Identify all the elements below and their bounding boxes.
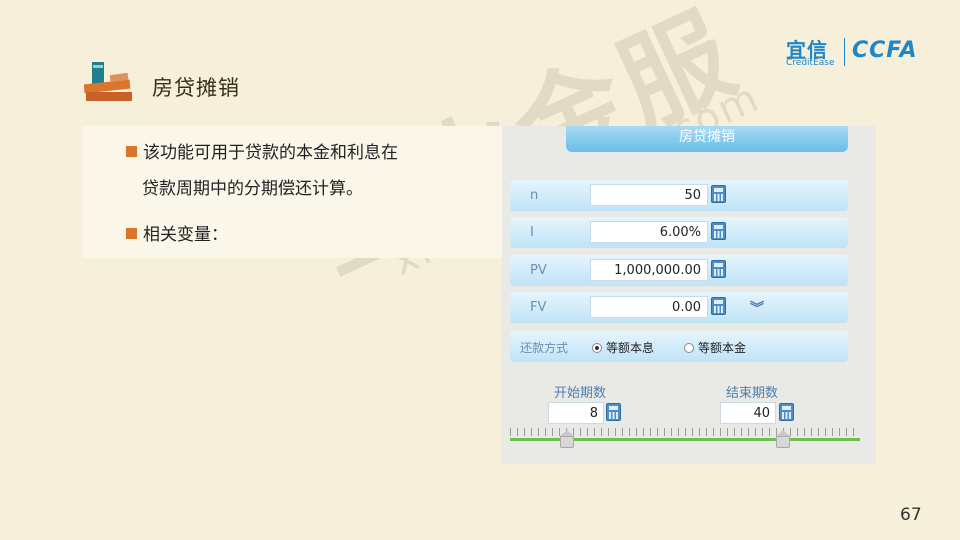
row-repayment: 还款方式 等额本息 等额本金 <box>510 331 848 362</box>
radio-equal-principal-label: 等额本金 <box>698 341 747 355</box>
calculator-icon[interactable] <box>606 403 621 421</box>
start-period-label: 开始期数 <box>554 386 607 401</box>
row-n: n 50 <box>510 180 848 211</box>
radio-unselected-icon <box>684 343 694 353</box>
row-pv-label: PV <box>530 263 547 278</box>
fv-input[interactable]: 0.00 <box>590 296 708 318</box>
radio-selected-icon <box>592 343 602 353</box>
row-i-label: I <box>530 225 534 240</box>
row-fv: FV 0.00 ︾ <box>510 292 848 323</box>
calculator-title: 房贷摊销 <box>566 126 848 152</box>
start-period-input[interactable]: 8 <box>548 402 604 424</box>
radio-equal-installment[interactable]: 等额本息 <box>592 339 654 356</box>
end-period-label: 结束期数 <box>726 386 779 401</box>
radio-equal-principal[interactable]: 等额本金 <box>684 339 746 356</box>
start-slider-handle[interactable] <box>560 430 574 448</box>
end-slider-handle[interactable] <box>776 430 790 448</box>
pv-input[interactable]: 1,000,000.00 <box>590 259 708 281</box>
bullet-2: 相关变量： <box>126 220 228 245</box>
calculator-icon[interactable] <box>711 222 726 240</box>
row-fv-label: FV <box>530 300 547 315</box>
brand-logo: 宜信 CreditEase CCFA <box>786 36 934 68</box>
radio-equal-installment-label: 等额本息 <box>606 341 655 355</box>
end-period-input[interactable]: 40 <box>720 402 776 424</box>
calculator-icon[interactable] <box>779 403 794 421</box>
logo-ccfa: CCFA <box>852 38 918 63</box>
books-icon <box>84 62 132 101</box>
logo-divider <box>844 38 845 66</box>
row-pv: PV 1,000,000.00 <box>510 255 848 286</box>
row-i: I 6.00% <box>510 217 848 248</box>
slide-title: 房贷摊销 <box>152 76 240 100</box>
bullet-1-continuation: 贷款周期中的分期偿还计算。 <box>142 179 363 199</box>
calculator-icon[interactable] <box>711 260 726 278</box>
repayment-method-label: 还款方式 <box>520 341 569 355</box>
bullet-1: 该功能可用于贷款的本金和利息在 <box>126 138 398 163</box>
row-n-label: n <box>530 188 539 203</box>
logo-en-text: CreditEase <box>786 58 835 68</box>
mortgage-calculator: 房贷摊销 n 50 I 6.00% PV 1,000,000.00 FV 0.0… <box>502 126 876 464</box>
bullet-square-icon <box>126 146 137 157</box>
n-input[interactable]: 50 <box>590 184 708 206</box>
bullet-1-text: 该功能可用于贷款的本金和利息在 <box>143 143 398 163</box>
bullet-2-text: 相关变量： <box>143 225 228 245</box>
chevron-double-down-icon[interactable]: ︾ <box>750 298 764 318</box>
calculator-icon[interactable] <box>711 297 726 315</box>
calculator-icon[interactable] <box>711 185 726 203</box>
bullet-square-icon <box>126 228 137 239</box>
page-number: 67 <box>900 505 922 525</box>
i-input[interactable]: 6.00% <box>590 221 708 243</box>
description-panel: 该功能可用于贷款的本金和利息在 贷款周期中的分期偿还计算。 相关变量： <box>82 126 502 258</box>
